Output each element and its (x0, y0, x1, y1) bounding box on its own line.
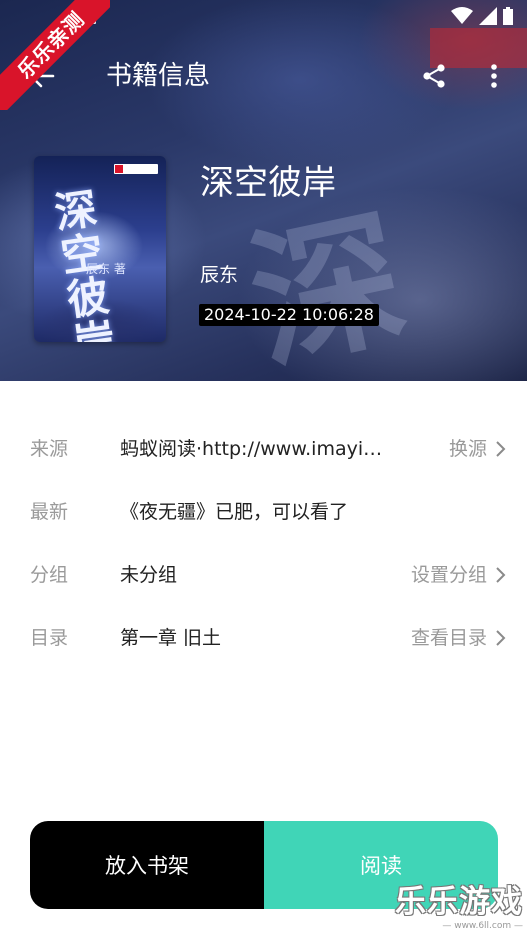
battery-icon (503, 7, 513, 25)
toc-row[interactable]: 目录 第一章 旧土 查看目录 (0, 617, 527, 657)
change-source-button[interactable]: 换源 (449, 436, 487, 462)
set-group-button[interactable]: 设置分组 (411, 562, 487, 588)
more-options-button[interactable] (478, 58, 510, 94)
cover-author: 辰东 著 (86, 262, 126, 276)
book-cover[interactable]: 深空彼岸 辰东 著 (34, 156, 166, 342)
ribbon-label: 乐乐亲测 (0, 0, 110, 110)
row-value: 第一章 旧土 (120, 627, 222, 649)
publisher-logo (114, 164, 158, 174)
add-to-shelf-button[interactable]: 放入书架 (30, 821, 264, 909)
wifi-icon (451, 7, 473, 24)
latest-chapter-row: 最新 《夜无疆》已肥，可以看了 (0, 491, 527, 531)
watermark-url: — www.6ll.com — (442, 921, 523, 931)
row-label: 最新 (30, 501, 69, 523)
watermark-text: 乐乐游戏 (395, 884, 523, 920)
chevron-right-icon (496, 630, 506, 646)
corner-ribbon: 乐乐亲测 (0, 0, 110, 110)
signal-icon (479, 7, 497, 25)
source-row[interactable]: 来源 蚂蚁阅读·http://www.imayit... 换源 (0, 428, 527, 468)
view-toc-button[interactable]: 查看目录 (411, 625, 487, 651)
more-vert-icon (491, 64, 497, 88)
book-title: 深空彼岸 (200, 163, 336, 203)
share-icon (423, 64, 445, 88)
watermark: 乐乐游戏 — www.6ll.com — (395, 884, 523, 932)
row-label: 分组 (30, 564, 69, 586)
row-value: 未分组 (120, 564, 178, 586)
chevron-right-icon (496, 441, 506, 457)
group-row[interactable]: 分组 未分组 设置分组 (0, 554, 527, 594)
share-button[interactable] (416, 58, 452, 94)
page-title: 书籍信息 (106, 61, 211, 91)
row-label: 来源 (30, 438, 69, 460)
book-author[interactable]: 辰东 (200, 262, 238, 288)
row-value: 蚂蚁阅读·http://www.imayit... (120, 438, 388, 460)
chevron-right-icon (496, 567, 506, 583)
update-time: 2024-10-22 10:06:28 (199, 304, 379, 326)
row-label: 目录 (30, 627, 69, 649)
row-value: 《夜无疆》已肥，可以看了 (120, 501, 349, 523)
